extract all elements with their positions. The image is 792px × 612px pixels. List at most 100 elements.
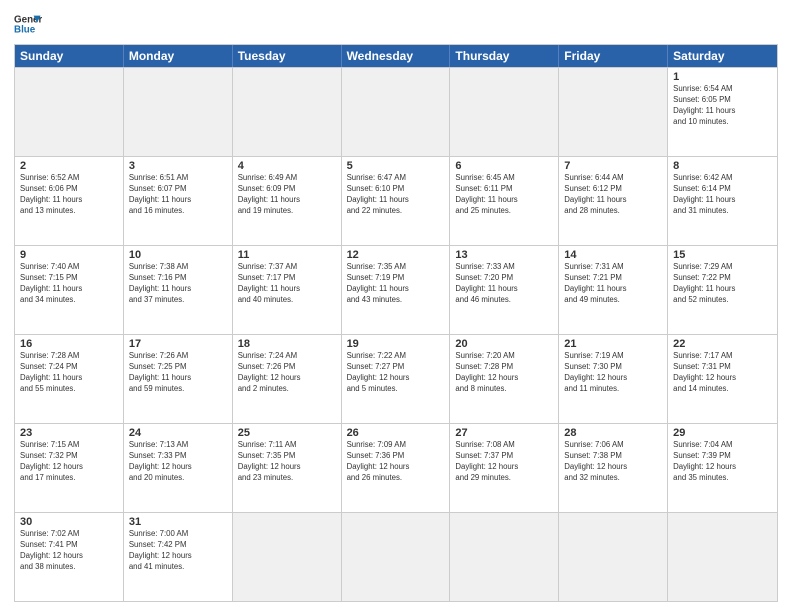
day-number: 20 — [455, 338, 553, 350]
day-info: Sunrise: 7:24 AMSunset: 7:26 PMDaylight:… — [238, 351, 336, 395]
calendar-cell: 26Sunrise: 7:09 AMSunset: 7:36 PMDayligh… — [342, 424, 451, 512]
day-info: Sunrise: 7:40 AMSunset: 7:15 PMDaylight:… — [20, 262, 118, 306]
calendar-row: 16Sunrise: 7:28 AMSunset: 7:24 PMDayligh… — [15, 334, 777, 423]
day-number: 16 — [20, 338, 118, 350]
day-info: Sunrise: 7:33 AMSunset: 7:20 PMDaylight:… — [455, 262, 553, 306]
calendar-cell: 5Sunrise: 6:47 AMSunset: 6:10 PMDaylight… — [342, 157, 451, 245]
weekday-header: Tuesday — [233, 45, 342, 67]
day-info: Sunrise: 7:22 AMSunset: 7:27 PMDaylight:… — [347, 351, 445, 395]
calendar-cell: 3Sunrise: 6:51 AMSunset: 6:07 PMDaylight… — [124, 157, 233, 245]
day-info: Sunrise: 6:45 AMSunset: 6:11 PMDaylight:… — [455, 173, 553, 217]
weekday-header: Thursday — [450, 45, 559, 67]
day-number: 22 — [673, 338, 772, 350]
weekday-header: Sunday — [15, 45, 124, 67]
day-number: 31 — [129, 516, 227, 528]
svg-text:Blue: Blue — [14, 24, 36, 35]
day-info: Sunrise: 7:31 AMSunset: 7:21 PMDaylight:… — [564, 262, 662, 306]
day-number: 27 — [455, 427, 553, 439]
calendar-cell: 8Sunrise: 6:42 AMSunset: 6:14 PMDaylight… — [668, 157, 777, 245]
calendar-header: SundayMondayTuesdayWednesdayThursdayFrid… — [15, 45, 777, 67]
calendar-cell — [124, 68, 233, 156]
calendar-cell — [342, 513, 451, 601]
calendar-cell — [559, 68, 668, 156]
day-info: Sunrise: 6:49 AMSunset: 6:09 PMDaylight:… — [238, 173, 336, 217]
day-info: Sunrise: 7:04 AMSunset: 7:39 PMDaylight:… — [673, 440, 772, 484]
day-info: Sunrise: 6:54 AMSunset: 6:05 PMDaylight:… — [673, 84, 772, 128]
weekday-header: Friday — [559, 45, 668, 67]
day-info: Sunrise: 7:08 AMSunset: 7:37 PMDaylight:… — [455, 440, 553, 484]
day-number: 15 — [673, 249, 772, 261]
day-number: 14 — [564, 249, 662, 261]
calendar-cell: 24Sunrise: 7:13 AMSunset: 7:33 PMDayligh… — [124, 424, 233, 512]
day-number: 7 — [564, 160, 662, 172]
day-number: 17 — [129, 338, 227, 350]
day-info: Sunrise: 7:11 AMSunset: 7:35 PMDaylight:… — [238, 440, 336, 484]
day-number: 24 — [129, 427, 227, 439]
calendar-cell: 7Sunrise: 6:44 AMSunset: 6:12 PMDaylight… — [559, 157, 668, 245]
logo: General Blue — [14, 10, 42, 38]
calendar-page: General Blue SundayMondayTuesdayWednesda… — [0, 0, 792, 612]
day-info: Sunrise: 7:26 AMSunset: 7:25 PMDaylight:… — [129, 351, 227, 395]
day-number: 25 — [238, 427, 336, 439]
calendar-cell: 20Sunrise: 7:20 AMSunset: 7:28 PMDayligh… — [450, 335, 559, 423]
day-info: Sunrise: 7:19 AMSunset: 7:30 PMDaylight:… — [564, 351, 662, 395]
calendar-cell: 25Sunrise: 7:11 AMSunset: 7:35 PMDayligh… — [233, 424, 342, 512]
logo-icon: General Blue — [14, 10, 42, 38]
day-info: Sunrise: 7:29 AMSunset: 7:22 PMDaylight:… — [673, 262, 772, 306]
calendar-cell — [15, 68, 124, 156]
calendar-row: 2Sunrise: 6:52 AMSunset: 6:06 PMDaylight… — [15, 156, 777, 245]
day-info: Sunrise: 7:20 AMSunset: 7:28 PMDaylight:… — [455, 351, 553, 395]
day-info: Sunrise: 7:02 AMSunset: 7:41 PMDaylight:… — [20, 529, 118, 573]
day-number: 8 — [673, 160, 772, 172]
day-number: 23 — [20, 427, 118, 439]
day-number: 29 — [673, 427, 772, 439]
calendar-cell: 29Sunrise: 7:04 AMSunset: 7:39 PMDayligh… — [668, 424, 777, 512]
calendar-cell — [233, 68, 342, 156]
calendar-cell: 15Sunrise: 7:29 AMSunset: 7:22 PMDayligh… — [668, 246, 777, 334]
calendar-row: 1Sunrise: 6:54 AMSunset: 6:05 PMDaylight… — [15, 67, 777, 156]
calendar-cell: 18Sunrise: 7:24 AMSunset: 7:26 PMDayligh… — [233, 335, 342, 423]
day-info: Sunrise: 7:06 AMSunset: 7:38 PMDaylight:… — [564, 440, 662, 484]
calendar-cell: 12Sunrise: 7:35 AMSunset: 7:19 PMDayligh… — [342, 246, 451, 334]
day-number: 2 — [20, 160, 118, 172]
calendar: SundayMondayTuesdayWednesdayThursdayFrid… — [14, 44, 778, 602]
day-info: Sunrise: 6:47 AMSunset: 6:10 PMDaylight:… — [347, 173, 445, 217]
calendar-cell: 30Sunrise: 7:02 AMSunset: 7:41 PMDayligh… — [15, 513, 124, 601]
calendar-cell: 16Sunrise: 7:28 AMSunset: 7:24 PMDayligh… — [15, 335, 124, 423]
day-info: Sunrise: 7:00 AMSunset: 7:42 PMDaylight:… — [129, 529, 227, 573]
calendar-row: 23Sunrise: 7:15 AMSunset: 7:32 PMDayligh… — [15, 423, 777, 512]
day-info: Sunrise: 7:09 AMSunset: 7:36 PMDaylight:… — [347, 440, 445, 484]
calendar-cell: 2Sunrise: 6:52 AMSunset: 6:06 PMDaylight… — [15, 157, 124, 245]
day-info: Sunrise: 7:37 AMSunset: 7:17 PMDaylight:… — [238, 262, 336, 306]
page-header: General Blue — [14, 10, 778, 38]
day-info: Sunrise: 6:52 AMSunset: 6:06 PMDaylight:… — [20, 173, 118, 217]
calendar-row: 9Sunrise: 7:40 AMSunset: 7:15 PMDaylight… — [15, 245, 777, 334]
calendar-cell: 13Sunrise: 7:33 AMSunset: 7:20 PMDayligh… — [450, 246, 559, 334]
calendar-cell — [668, 513, 777, 601]
calendar-cell: 21Sunrise: 7:19 AMSunset: 7:30 PMDayligh… — [559, 335, 668, 423]
day-info: Sunrise: 7:17 AMSunset: 7:31 PMDaylight:… — [673, 351, 772, 395]
calendar-cell: 17Sunrise: 7:26 AMSunset: 7:25 PMDayligh… — [124, 335, 233, 423]
calendar-body: 1Sunrise: 6:54 AMSunset: 6:05 PMDaylight… — [15, 67, 777, 601]
calendar-cell — [559, 513, 668, 601]
day-info: Sunrise: 7:38 AMSunset: 7:16 PMDaylight:… — [129, 262, 227, 306]
day-number: 26 — [347, 427, 445, 439]
day-info: Sunrise: 6:44 AMSunset: 6:12 PMDaylight:… — [564, 173, 662, 217]
day-number: 5 — [347, 160, 445, 172]
calendar-cell: 14Sunrise: 7:31 AMSunset: 7:21 PMDayligh… — [559, 246, 668, 334]
calendar-cell: 28Sunrise: 7:06 AMSunset: 7:38 PMDayligh… — [559, 424, 668, 512]
day-number: 21 — [564, 338, 662, 350]
day-info: Sunrise: 7:28 AMSunset: 7:24 PMDaylight:… — [20, 351, 118, 395]
calendar-cell: 9Sunrise: 7:40 AMSunset: 7:15 PMDaylight… — [15, 246, 124, 334]
calendar-cell — [342, 68, 451, 156]
day-number: 13 — [455, 249, 553, 261]
calendar-cell: 22Sunrise: 7:17 AMSunset: 7:31 PMDayligh… — [668, 335, 777, 423]
calendar-cell: 10Sunrise: 7:38 AMSunset: 7:16 PMDayligh… — [124, 246, 233, 334]
day-number: 3 — [129, 160, 227, 172]
calendar-cell — [450, 68, 559, 156]
weekday-header: Monday — [124, 45, 233, 67]
calendar-cell: 27Sunrise: 7:08 AMSunset: 7:37 PMDayligh… — [450, 424, 559, 512]
calendar-cell: 4Sunrise: 6:49 AMSunset: 6:09 PMDaylight… — [233, 157, 342, 245]
calendar-cell: 1Sunrise: 6:54 AMSunset: 6:05 PMDaylight… — [668, 68, 777, 156]
day-info: Sunrise: 7:35 AMSunset: 7:19 PMDaylight:… — [347, 262, 445, 306]
